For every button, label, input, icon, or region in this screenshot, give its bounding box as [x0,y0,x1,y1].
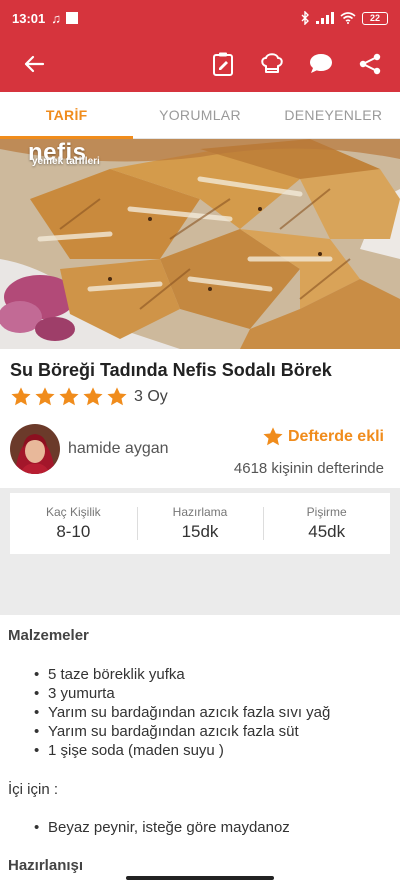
signal-icon [316,12,334,24]
recipe-title: Su Böreği Tadında Nefis Sodalı Börek [10,360,332,380]
recipe-screen: 13:01 ♫ 22 TARİF YORUMLAR DENEYENLER nef… [0,0,400,888]
notebook-label: Defterde ekli [287,428,384,445]
tab-recipe[interactable]: TARİF [0,92,134,139]
star-icon [83,387,103,406]
chef-button[interactable] [256,48,288,80]
share-icon [359,53,381,75]
servings: Kaç Kişilik 8-10 [10,493,137,554]
author-name[interactable]: hamide aygan [68,440,169,458]
avatar[interactable] [10,424,60,474]
recipe-info-card: Kaç Kişilik 8-10 Hazırlama 15dk Pişirme … [10,493,390,554]
avatar-image [10,424,60,474]
back-button[interactable] [18,48,50,80]
wifi-icon [340,12,356,24]
tab-comments[interactable]: YORUMLAR [133,92,266,138]
cook-time-label: Pişirme [306,505,347,519]
toolbar [0,36,400,92]
list-item: Beyaz peynir, isteğe göre maydanoz [34,819,290,836]
star-icon [59,387,79,406]
list-item: 1 şişe soda (maden suyu ) [34,741,388,760]
home-indicator[interactable] [126,876,274,880]
notebook-count: 4618 kişinin defterinde [233,460,384,477]
notebook-status-button[interactable]: Defterde ekli [262,426,384,448]
status-bar: 13:01 ♫ 22 [0,0,400,36]
servings-value: 8-10 [56,522,91,541]
preparation-heading: Hazırlanışı [8,857,84,874]
list-item: 3 yumurta [34,684,388,703]
logo-watermark-sub: yemek tarifleri [32,156,100,167]
ingredients-list: 5 taze böreklik yufka 3 yumurta Yarım su… [34,665,388,760]
ingredients-heading: Malzemeler [8,627,89,644]
prep-time: Hazırlama 15dk [136,493,264,554]
status-time: 13:01 [12,10,46,26]
rating[interactable]: 3 Oy [10,386,168,408]
star-icon [263,427,283,446]
list-item: 5 taze böreklik yufka [34,665,388,684]
list-item: Yarım su bardağından azıcık fazla sıvı y… [34,703,388,722]
filling-heading: İçi için : [8,781,59,798]
add-to-notebook-button[interactable] [207,48,239,80]
tab-triers[interactable]: DENEYENLER [267,92,400,138]
music-note-icon: ♫ [51,10,61,26]
filling-list: Beyaz peynir, isteğe göre maydanoz [34,819,290,836]
comment-button[interactable] [305,48,337,80]
recipe-info-area: Kaç Kişilik 8-10 Hazırlama 15dk Pişirme … [0,488,400,615]
tab-bar: TARİF YORUMLAR DENEYENLER [0,92,400,139]
chef-hat-icon [261,53,283,73]
comment-icon [310,54,332,73]
servings-label: Kaç Kişilik [45,505,101,519]
notification-square-icon [66,12,78,24]
share-button[interactable] [354,48,386,80]
star-icon [35,387,55,406]
star-icon [11,387,31,406]
back-arrow-icon [24,55,45,73]
borek-photo-illustration [0,139,400,349]
cook-time-value: 45dk [308,522,346,541]
vote-count: 3 Oy [134,388,168,405]
list-item: Yarım su bardağından azıcık fazla süt [34,722,388,741]
cook-time: Pişirme 45dk [263,493,390,554]
author[interactable]: hamide aygan [10,424,169,474]
battery-indicator: 22 [362,11,388,25]
recipe-photo[interactable]: nefis yemek tarifleri [0,139,400,349]
star-icon [107,387,127,406]
bluetooth-icon [301,11,309,25]
prep-time-label: Hazırlama [172,505,228,519]
notebook-icon [213,52,233,76]
prep-time-value: 15dk [181,522,219,541]
